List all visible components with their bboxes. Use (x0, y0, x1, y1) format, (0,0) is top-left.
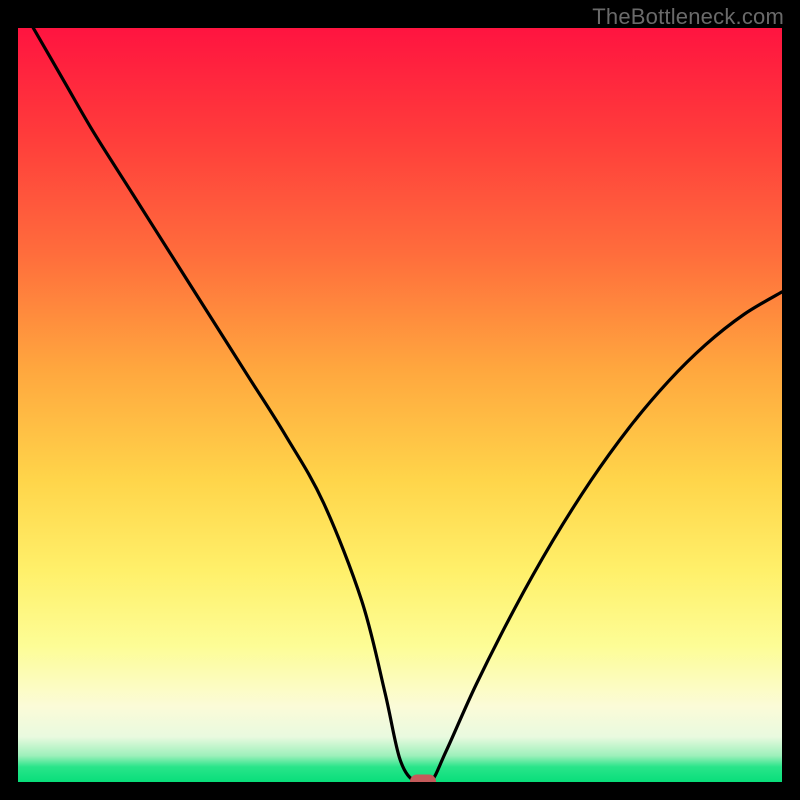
watermark-text: TheBottleneck.com (592, 4, 784, 30)
selection-marker (410, 775, 436, 783)
bottleneck-curve (18, 28, 782, 782)
plot-area (18, 28, 782, 782)
curve-path (33, 28, 782, 782)
chart-frame: TheBottleneck.com (0, 0, 800, 800)
